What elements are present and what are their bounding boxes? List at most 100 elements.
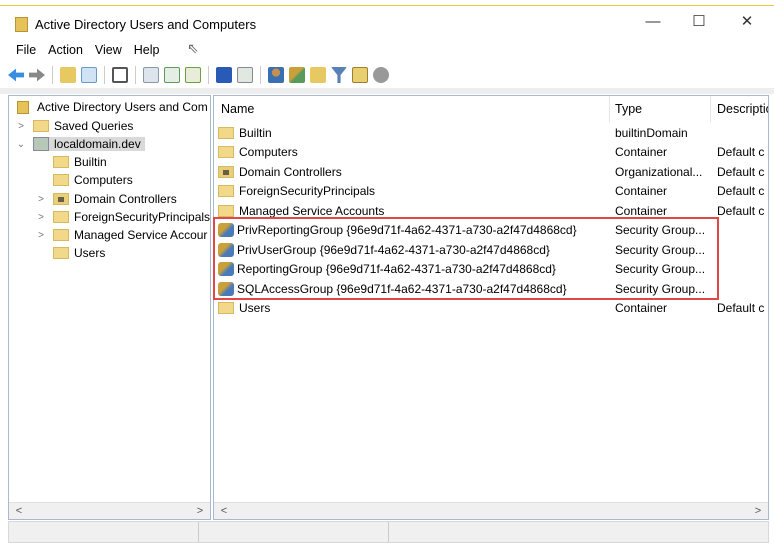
cell-description: Default c [717, 301, 765, 316]
maximize-button[interactable]: ☐ [676, 8, 722, 36]
cell-name: Users [218, 301, 270, 315]
column-divider[interactable] [710, 96, 711, 122]
tree-item-localdomain[interactable]: ⌄ localdomain.dev [15, 135, 145, 153]
console-tree: Active Directory Users and Com > Saved Q… [8, 95, 211, 520]
column-header-description[interactable]: Descriptio [717, 96, 768, 122]
column-divider[interactable] [609, 96, 610, 122]
window-accent-line [0, 5, 774, 6]
menu-action[interactable]: Action [42, 40, 89, 60]
highlight-box [213, 217, 719, 300]
up-folder-icon[interactable] [60, 67, 76, 83]
cell-name: ForeignSecurityPrincipals [218, 184, 375, 198]
row-name: Managed Service Accounts [239, 203, 385, 218]
tree-item-label: localdomain.dev [54, 137, 141, 151]
cell-description: Default c [717, 145, 765, 160]
add-to-group-icon[interactable] [373, 67, 389, 83]
row-name: Users [239, 301, 271, 316]
tree-item-label: Computers [74, 173, 133, 187]
folder-icon [53, 247, 69, 259]
minimize-button[interactable]: — [630, 8, 676, 36]
menu-help[interactable]: Help [128, 40, 166, 60]
tree-item-label: Managed Service Accour [74, 228, 208, 242]
column-header-name[interactable]: Name [221, 96, 254, 122]
tree-item-builtin[interactable]: Builtin [53, 153, 107, 171]
tree-root[interactable]: Active Directory Users and Com [13, 98, 208, 116]
tree-root-label: Active Directory Users and Com [37, 100, 208, 114]
row-name: Builtin [239, 125, 272, 140]
list-row[interactable]: Users Container Default c [214, 299, 768, 319]
back-icon[interactable] [8, 68, 24, 82]
ou-icon [218, 165, 234, 178]
toolbar-separator [52, 66, 53, 84]
cell-description: Default c [717, 184, 765, 199]
scroll-right-icon[interactable]: > [750, 503, 766, 519]
list-row[interactable]: ForeignSecurityPrincipals Container Defa… [214, 182, 768, 202]
folder-icon [218, 185, 234, 198]
find-icon[interactable] [352, 67, 368, 83]
refresh-icon[interactable] [164, 67, 180, 83]
cell-name: Builtin [218, 126, 272, 140]
tree-item-label: Domain Controllers [74, 192, 177, 206]
tree-item-label: Saved Queries [54, 119, 134, 133]
scroll-left-icon[interactable]: < [11, 503, 27, 519]
new-user-icon[interactable] [268, 67, 284, 83]
mouse-cursor-icon: ⇖ [187, 40, 199, 56]
properties-icon[interactable] [143, 67, 159, 83]
folder-icon [53, 211, 69, 223]
folder-icon [53, 174, 69, 186]
cell-name: Managed Service Accounts [218, 204, 384, 218]
window-title: Active Directory Users and Computers [35, 16, 257, 32]
folder-icon [218, 204, 234, 217]
status-section [199, 522, 389, 542]
show-hide-console-tree-icon[interactable] [81, 67, 97, 83]
tree-item-saved-queries[interactable]: > Saved Queries [15, 117, 133, 135]
list-row[interactable]: Domain Controllers Organizational... Def… [214, 162, 768, 182]
folder-icon [218, 302, 234, 315]
help-icon[interactable] [216, 67, 232, 83]
chevron-right-icon[interactable]: > [15, 121, 27, 132]
cell-description: Default c [717, 203, 765, 218]
tree-item-foreign-security-principals[interactable]: > ForeignSecurityPrincipals [35, 208, 210, 226]
chevron-right-icon[interactable]: > [35, 212, 47, 223]
folder-icon [218, 126, 234, 139]
cell-type: Container [615, 145, 668, 160]
cell-type: Container [615, 184, 668, 199]
toolbar-separator [260, 66, 261, 84]
chevron-right-icon[interactable]: > [35, 194, 47, 205]
folder-icon [218, 146, 234, 159]
cell-name: Computers [218, 145, 298, 159]
scroll-right-icon[interactable]: > [192, 503, 208, 519]
new-group-icon[interactable] [289, 67, 305, 83]
tree-horizontal-scrollbar[interactable]: < > [9, 502, 210, 519]
chevron-down-icon[interactable]: ⌄ [15, 139, 27, 150]
forward-icon[interactable] [29, 68, 45, 82]
status-section [9, 522, 199, 542]
list-row[interactable]: Builtin builtinDomain [214, 123, 768, 143]
tree-item-label: Users [74, 246, 106, 260]
tree-item-domain-controllers[interactable]: > Domain Controllers [35, 190, 177, 208]
clipboard-icon[interactable] [112, 67, 128, 83]
menu-file[interactable]: File [10, 40, 42, 60]
scroll-left-icon[interactable]: < [216, 503, 232, 519]
toolbar-separator [135, 66, 136, 84]
chevron-right-icon[interactable]: > [35, 230, 47, 241]
column-header-type[interactable]: Type [615, 96, 642, 122]
toolbar-divider [0, 88, 774, 94]
tree-item-label: ForeignSecurityPrincipals [74, 210, 211, 224]
tree-item-label: Builtin [74, 155, 107, 169]
show-action-pane-icon[interactable] [237, 67, 253, 83]
export-list-icon[interactable] [185, 67, 201, 83]
list-horizontal-scrollbar[interactable]: < > [214, 502, 768, 519]
tree-item-computers[interactable]: Computers [53, 171, 133, 189]
cell-type: Organizational... [615, 164, 703, 179]
close-button[interactable]: ✕ [724, 8, 770, 36]
status-bar [8, 521, 769, 543]
menu-view[interactable]: View [89, 40, 128, 60]
new-ou-icon[interactable] [310, 67, 326, 83]
row-name: Domain Controllers [239, 164, 342, 179]
tree-item-managed-service-accounts[interactable]: > Managed Service Accour [35, 226, 207, 244]
filter-icon[interactable] [331, 67, 347, 83]
row-name: ForeignSecurityPrincipals [239, 184, 376, 199]
list-row[interactable]: Computers Container Default c [214, 143, 768, 163]
tree-item-users[interactable]: Users [53, 244, 105, 262]
